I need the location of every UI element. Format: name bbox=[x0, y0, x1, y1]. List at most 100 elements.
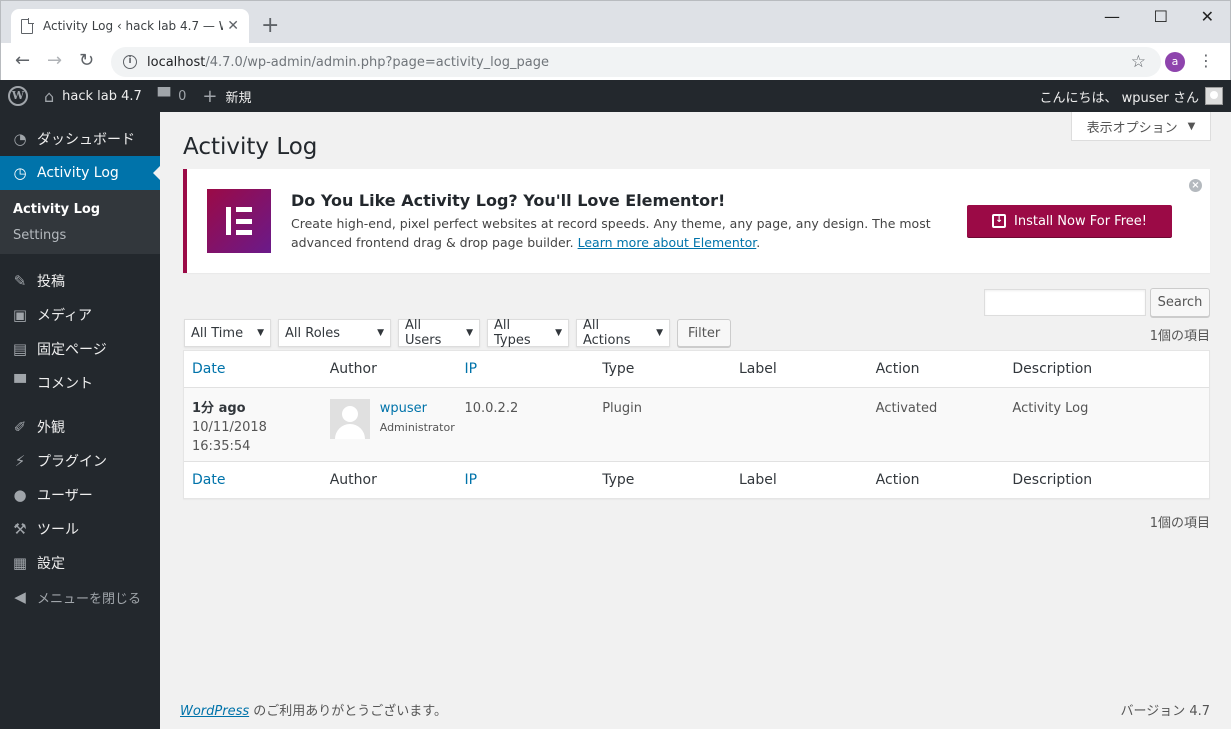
menu-label: ダッシュボード bbox=[37, 132, 135, 148]
submenu-activity-log[interactable]: Activity Log bbox=[0, 197, 160, 223]
user-avatar bbox=[1205, 87, 1223, 105]
roles-filter-select[interactable]: All Roles ▼ bbox=[278, 319, 391, 347]
menu-comments[interactable]: ▀ コメント bbox=[0, 366, 160, 400]
caret-down-icon: ▼ bbox=[377, 328, 384, 338]
column-label: Label bbox=[738, 361, 777, 377]
window-close-icon[interactable]: ✕ bbox=[1201, 7, 1214, 26]
my-account-link[interactable]: こんにちは、 wpuser さん bbox=[1039, 87, 1231, 106]
screen-options-button[interactable]: 表示オプション ▼ bbox=[1071, 112, 1211, 141]
column-ip[interactable]: IP bbox=[456, 351, 594, 387]
author-avatar bbox=[329, 399, 370, 439]
collapse-label: メニューを閉じる bbox=[37, 591, 142, 607]
date-value: 10/11/2018 bbox=[192, 420, 267, 435]
cell-description: Activity Log bbox=[1012, 401, 1089, 416]
thanks-text: のご利用ありがとうございます。 bbox=[249, 704, 447, 719]
menu-settings[interactable]: ▦ 設定 bbox=[0, 546, 160, 580]
pages-icon: ▤ bbox=[12, 340, 28, 358]
actions-filter-select[interactable]: All Actions ▼ bbox=[576, 318, 670, 348]
filter-bar: All Time ▼ All Roles ▼ All Users ▼ All Type… bbox=[184, 318, 732, 348]
caret-down-icon: ▼ bbox=[555, 328, 562, 338]
author-link[interactable]: wpuser bbox=[380, 399, 455, 418]
table-row: 1分 ago 10/11/2018 16:35:54 wpuser Admini… bbox=[184, 388, 1209, 461]
wrench-icon: ⚒ bbox=[13, 520, 27, 538]
new-label: 新規 bbox=[225, 90, 252, 106]
history-icon: ◷ bbox=[13, 164, 27, 182]
column-action: Action bbox=[875, 361, 920, 377]
profile-avatar[interactable]: a bbox=[1165, 52, 1185, 72]
elementor-logo bbox=[207, 189, 271, 253]
types-filter-select[interactable]: All Types ▼ bbox=[487, 318, 569, 348]
url-field[interactable]: i localhost/4.7.0/wp-admin/admin.php?pag… bbox=[111, 47, 1161, 77]
wp-logo-button[interactable]: W bbox=[0, 80, 36, 112]
column-author: Author bbox=[329, 472, 377, 488]
comments-count: 0 bbox=[178, 88, 187, 104]
submenu-settings[interactable]: Settings bbox=[0, 223, 160, 249]
column-author: Author bbox=[329, 361, 377, 377]
learn-more-link[interactable]: Learn more about Elementor bbox=[578, 235, 757, 250]
menu-users[interactable]: ● ユーザー bbox=[0, 478, 160, 512]
browser-menu-icon[interactable]: ⋮ bbox=[1198, 51, 1214, 70]
reload-icon[interactable]: ↻ bbox=[79, 51, 94, 71]
notice-text: Create high-end, pixel perfect websites … bbox=[291, 214, 941, 252]
new-tab-button[interactable]: + bbox=[261, 15, 279, 37]
browser-tab[interactable]: Activity Log ‹ hack lab 4.7 — Wor ✕ bbox=[11, 9, 249, 43]
forward-icon[interactable]: → bbox=[47, 51, 62, 71]
gauge-icon: ◔ bbox=[13, 130, 27, 148]
search-button[interactable]: Search bbox=[1150, 288, 1210, 317]
media-icon: ▣ bbox=[12, 306, 28, 324]
site-name-link[interactable]: ⌂ hack lab 4.7 bbox=[36, 80, 150, 112]
comment-icon: ▀ bbox=[14, 374, 26, 392]
cell-label bbox=[731, 388, 868, 461]
collapse-menu-button[interactable]: ◀ メニューを閉じる bbox=[0, 580, 160, 614]
users-filter-select[interactable]: All Users ▼ bbox=[398, 318, 480, 348]
menu-plugins[interactable]: ⚡ プラグイン bbox=[0, 444, 160, 478]
back-icon[interactable]: ← bbox=[15, 51, 30, 71]
caret-down-icon: ▼ bbox=[257, 328, 264, 338]
download-icon: ↓ bbox=[992, 214, 1007, 228]
bookmark-star-icon[interactable]: ☆ bbox=[1131, 52, 1146, 72]
column-date[interactable]: Date bbox=[184, 351, 322, 387]
column-action: Action bbox=[875, 472, 920, 488]
install-elementor-button[interactable]: ↓ Install Now For Free! bbox=[967, 205, 1172, 237]
caret-down-icon: ▼ bbox=[656, 328, 663, 338]
maximize-icon[interactable]: ☐ bbox=[1154, 7, 1168, 26]
new-content-link[interactable]: + 新規 bbox=[194, 80, 259, 112]
home-icon: ⌂ bbox=[44, 86, 55, 106]
cell-date: 1分 ago 10/11/2018 16:35:54 bbox=[184, 388, 322, 461]
filter-button[interactable]: Filter bbox=[677, 319, 732, 347]
menu-label: 外観 bbox=[37, 420, 65, 436]
comments-link[interactable]: ▀ 0 bbox=[150, 80, 195, 112]
menu-posts[interactable]: ✎ 投稿 bbox=[0, 264, 160, 298]
menu-tools[interactable]: ⚒ ツール bbox=[0, 512, 160, 546]
column-date[interactable]: Date bbox=[184, 462, 322, 498]
cell-ip: 10.0.2.2 bbox=[464, 401, 519, 416]
column-ip[interactable]: IP bbox=[456, 462, 594, 498]
select-value: All Types bbox=[494, 318, 531, 348]
menu-label: 投稿 bbox=[37, 274, 65, 290]
menu-label: プラグイン bbox=[37, 454, 107, 470]
menu-label: ユーザー bbox=[37, 488, 93, 504]
caret-down-icon: ▼ bbox=[1187, 120, 1196, 132]
search-input[interactable] bbox=[984, 289, 1146, 316]
menu-activity-log[interactable]: ◷ Activity Log bbox=[0, 156, 161, 190]
menu-label: 設定 bbox=[37, 556, 65, 572]
column-type: Type bbox=[602, 472, 635, 488]
screen-options-label: 表示オプション bbox=[1086, 120, 1178, 136]
caret-down-icon: ▼ bbox=[466, 328, 473, 338]
column-description: Description bbox=[1012, 361, 1093, 377]
menu-dashboard[interactable]: ◔ ダッシュボード bbox=[0, 122, 160, 156]
select-value: All Roles bbox=[285, 325, 341, 341]
main-content: 表示オプション ▼ Activity Log Do You Like Activ… bbox=[160, 112, 1231, 729]
info-icon[interactable]: i bbox=[123, 55, 137, 69]
minimize-icon[interactable]: — bbox=[1104, 7, 1120, 26]
settings-icon: ▦ bbox=[12, 554, 28, 572]
wordpress-link[interactable]: WordPress bbox=[180, 704, 249, 719]
pin-icon: ✎ bbox=[13, 272, 27, 290]
menu-media[interactable]: ▣ メディア bbox=[0, 298, 160, 332]
dismiss-notice-icon[interactable]: × bbox=[1189, 179, 1202, 192]
time-filter-select[interactable]: All Time ▼ bbox=[184, 319, 271, 347]
tab-close-icon[interactable]: ✕ bbox=[227, 18, 239, 34]
menu-appearance[interactable]: ✐ 外観 bbox=[0, 410, 160, 444]
menu-pages[interactable]: ▤ 固定ページ bbox=[0, 332, 160, 366]
select-value: All Users bbox=[405, 318, 442, 348]
